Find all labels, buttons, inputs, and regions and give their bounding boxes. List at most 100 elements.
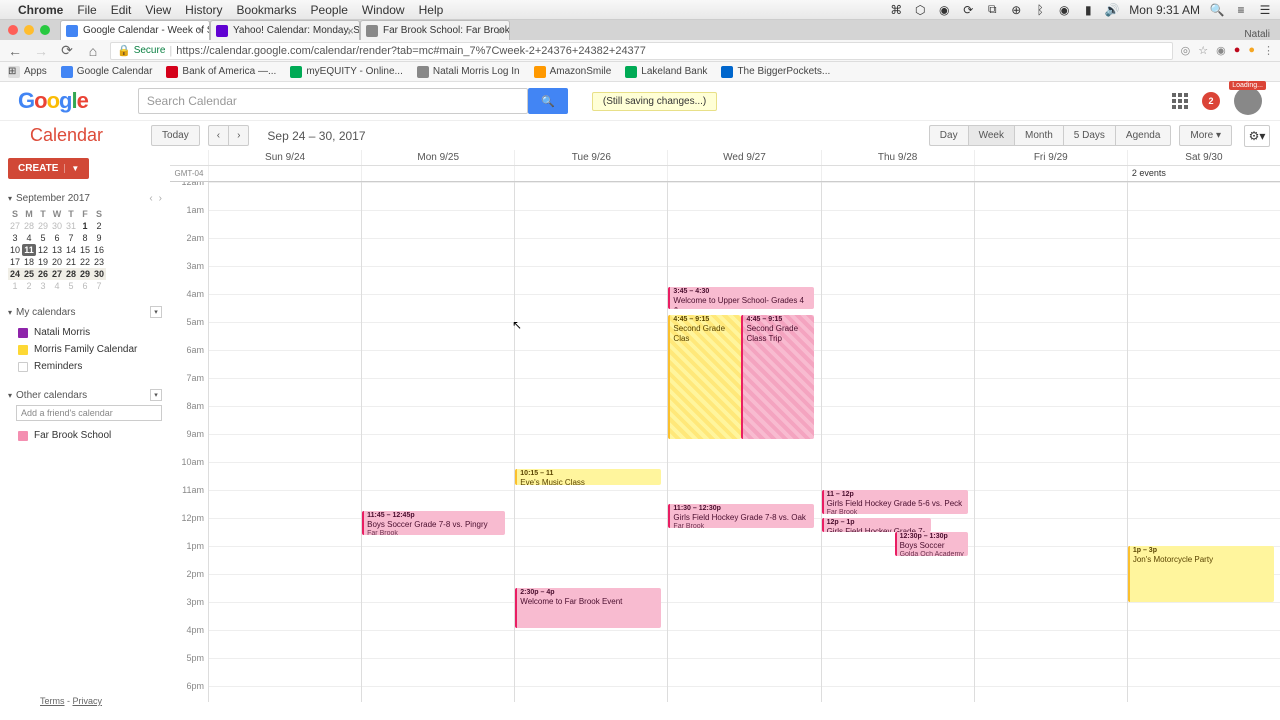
calendar-event[interactable]: 4:45 – 9:15Second Grade Class Trip — [741, 315, 814, 439]
mini-cal-day[interactable]: 29 — [78, 268, 92, 280]
allday-cell[interactable] — [514, 166, 667, 181]
allday-cell[interactable] — [667, 166, 820, 181]
close-icon[interactable]: × — [347, 24, 354, 38]
spotlight-icon[interactable]: 🔍 — [1210, 3, 1224, 17]
day-column[interactable] — [974, 182, 1127, 702]
mini-cal-day[interactable]: 3 — [36, 280, 50, 292]
day-column[interactable]: 3:45 – 4:30Welcome to Upper School- Grad… — [667, 182, 820, 702]
status-icon[interactable]: ◉ — [937, 3, 951, 17]
bookmark-item[interactable]: Lakeland Bank — [625, 66, 707, 78]
allday-cell[interactable] — [821, 166, 974, 181]
mini-cal-day[interactable]: 5 — [36, 232, 50, 244]
mini-cal-day[interactable]: 27 — [8, 220, 22, 232]
bookmark-item[interactable]: Natali Morris Log In — [417, 66, 520, 78]
mini-cal-day[interactable]: 31 — [64, 220, 78, 232]
star-icon[interactable]: ☆ — [1198, 44, 1208, 57]
menu-file[interactable]: File — [77, 3, 96, 17]
calendar-event[interactable]: 11:45 – 12:45pBoys Soccer Grade 7-8 vs. … — [362, 511, 505, 535]
mini-cal-day[interactable]: 1 — [78, 220, 92, 232]
close-icon[interactable]: × — [197, 24, 204, 38]
menu-view[interactable]: View — [145, 3, 171, 17]
mini-cal-day[interactable]: 2 — [22, 280, 36, 292]
window-close[interactable] — [8, 25, 18, 35]
mini-cal-day[interactable]: 13 — [50, 244, 64, 256]
mini-prev[interactable]: ‹ — [149, 193, 152, 204]
mini-cal-day[interactable]: 21 — [64, 256, 78, 268]
url-field[interactable]: 🔒 Secure | https://calendar.google.com/c… — [110, 42, 1173, 60]
mini-cal-day[interactable]: 1 — [8, 280, 22, 292]
mini-cal-day[interactable]: 20 — [50, 256, 64, 268]
calendar-item[interactable]: Reminders — [8, 358, 162, 375]
calendar-event[interactable]: 12:30p – 1:30pBoys SoccerGolda Och Acade… — [895, 532, 968, 556]
bookmark-item[interactable]: AmazonSmile — [534, 66, 612, 78]
privacy-link[interactable]: Privacy — [73, 696, 103, 706]
mini-cal-day[interactable]: 12 — [36, 244, 50, 256]
calendar-event[interactable]: 1p – 3pJon's Motorcycle Party — [1128, 546, 1274, 602]
mini-cal-day[interactable]: 25 — [22, 268, 36, 280]
mini-cal-day[interactable]: 5 — [64, 280, 78, 292]
day-column[interactable]: 11:45 – 12:45pBoys Soccer Grade 7-8 vs. … — [361, 182, 514, 702]
view-month[interactable]: Month — [1014, 125, 1063, 146]
status-icon[interactable]: ⌘ — [889, 3, 903, 17]
pinterest-icon[interactable]: ● — [1234, 44, 1241, 57]
mini-cal-day[interactable]: 28 — [64, 268, 78, 280]
menu-edit[interactable]: Edit — [111, 3, 132, 17]
dropbox-icon[interactable]: ⬡ — [913, 3, 927, 17]
settings-button[interactable]: ⚙ ▾ — [1244, 125, 1270, 147]
search-button[interactable]: 🔍 — [528, 88, 568, 114]
calendar-item[interactable]: Morris Family Calendar — [8, 341, 162, 358]
menu-history[interactable]: History — [185, 3, 222, 17]
calendar-event[interactable]: 4:45 – 9:15Second Grade Clas — [668, 315, 741, 439]
add-calendar-input[interactable]: Add a friend's calendar — [16, 405, 162, 421]
calendar-event[interactable]: 10:15 – 11Eve's Music Class — [515, 469, 661, 485]
view-day[interactable]: Day — [929, 125, 968, 146]
browser-tab[interactable]: Far Brook School: Far Brook C× — [360, 20, 510, 40]
calendar-event[interactable]: 11 – 12pGirls Field Hockey Grade 5-6 vs.… — [822, 490, 968, 514]
ext-icon[interactable]: ◎ — [1181, 44, 1191, 57]
menu-people[interactable]: People — [311, 3, 348, 17]
dropdown-icon[interactable]: ▾ — [150, 306, 162, 318]
calendar-event[interactable]: 2:30p – 4pWelcome to Far Brook Event — [515, 588, 661, 628]
more-button[interactable]: More ▾ — [1179, 125, 1232, 146]
mini-cal-day[interactable]: 18 — [22, 256, 36, 268]
bookmark-item[interactable]: myEQUITY - Online... — [290, 66, 403, 78]
browser-tab[interactable]: Yahoo! Calendar: Monday, Se× — [210, 20, 360, 40]
notifications-badge[interactable]: 2 — [1202, 92, 1220, 110]
my-calendars-header[interactable]: ▾My calendars ▾ — [8, 306, 162, 318]
apps-shortcut[interactable]: ⊞Apps — [8, 66, 47, 78]
view-5-days[interactable]: 5 Days — [1063, 125, 1115, 146]
day-header[interactable]: Tue 9/26 — [514, 150, 667, 165]
calendar-event[interactable]: 3:45 – 4:30Welcome to Upper School- Grad… — [668, 287, 814, 309]
day-header[interactable]: Wed 9/27 — [667, 150, 820, 165]
dropdown-icon[interactable]: ▾ — [150, 389, 162, 401]
allday-cell[interactable] — [361, 166, 514, 181]
calendar-event[interactable]: 11:30 – 12:30pGirls Field Hockey Grade 7… — [668, 504, 814, 528]
google-logo[interactable]: Google — [18, 88, 88, 114]
apps-grid-icon[interactable] — [1172, 93, 1188, 109]
next-week-button[interactable]: › — [228, 125, 249, 146]
mini-cal-day[interactable]: 2 — [92, 220, 106, 232]
status-icon[interactable]: ⧉ — [985, 3, 999, 17]
day-column[interactable] — [208, 182, 361, 702]
status-icon[interactable]: ⟳ — [961, 3, 975, 17]
forward-button[interactable]: → — [32, 42, 50, 60]
day-header[interactable]: Sun 9/24 — [208, 150, 361, 165]
mini-cal-day[interactable]: 11 — [22, 244, 36, 256]
menu-icon[interactable]: ⋮ — [1263, 44, 1274, 57]
mini-cal-day[interactable]: 22 — [78, 256, 92, 268]
mini-cal-day[interactable]: 4 — [22, 232, 36, 244]
allday-cell[interactable] — [974, 166, 1127, 181]
calendar-event[interactable]: 12p – 1pGirls Field Hockey Grade 7-8 vsF… — [822, 518, 932, 532]
terms-link[interactable]: Terms — [40, 696, 65, 706]
day-column[interactable]: 11 – 12pGirls Field Hockey Grade 5-6 vs.… — [821, 182, 974, 702]
profile-name[interactable]: Natali — [1244, 29, 1270, 40]
day-column[interactable]: 1p – 3pJon's Motorcycle Party — [1127, 182, 1280, 702]
account-avatar[interactable]: Loading... — [1234, 87, 1262, 115]
mini-cal-day[interactable]: 19 — [36, 256, 50, 268]
mini-cal-day[interactable]: 7 — [92, 280, 106, 292]
notification-icon[interactable]: ☰ — [1258, 3, 1272, 17]
view-agenda[interactable]: Agenda — [1115, 125, 1171, 146]
day-header[interactable]: Fri 9/29 — [974, 150, 1127, 165]
allday-cell[interactable]: 2 events — [1127, 166, 1280, 181]
mini-cal-day[interactable]: 24 — [8, 268, 22, 280]
